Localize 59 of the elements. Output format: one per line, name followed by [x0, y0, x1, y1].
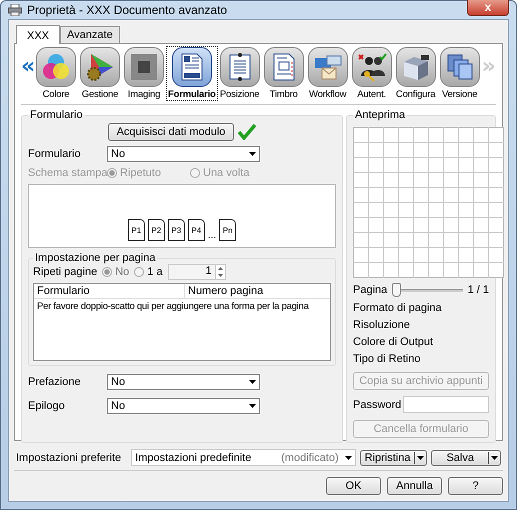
- column-header[interactable]: Formulario: [34, 284, 185, 298]
- ellipsis: ...: [208, 230, 216, 241]
- page-icon: Pn: [219, 219, 236, 241]
- nested-square-icon: [129, 52, 159, 82]
- page-icon: P2: [148, 219, 165, 241]
- info-label: Formato di pagina: [353, 302, 443, 314]
- printer-icon: [8, 4, 22, 16]
- acquire-button[interactable]: Acquisisci dati modulo: [108, 123, 234, 141]
- formulario-dropdown[interactable]: No: [107, 146, 260, 162]
- field-label: Ripeti pagine: [33, 266, 98, 278]
- page-spinner[interactable]: 1: [168, 264, 226, 280]
- password-field[interactable]: [403, 396, 489, 413]
- radio-button[interactable]: No: [102, 266, 130, 278]
- table-hint: Per favore doppio-scatto qui per aggiungere una forma per la pagina: [36, 300, 310, 314]
- field-label: Epilogo: [28, 400, 66, 412]
- page-icon: P3: [168, 219, 185, 241]
- page-icon: P1: [128, 219, 145, 241]
- info-label: Tipo di Retino: [353, 353, 422, 365]
- page-slider[interactable]: [392, 283, 463, 297]
- slider-thumb[interactable]: [392, 283, 402, 297]
- color-triangle-gear-icon: [85, 52, 115, 82]
- caret-icon: [249, 380, 256, 384]
- window-title: Proprietà - XXX Documento avanzato: [27, 3, 228, 17]
- stacked-pages-icon: [444, 52, 475, 82]
- field-label: Formulario: [28, 148, 82, 160]
- caret-icon: [491, 456, 498, 460]
- dialog-button[interactable]: Annulla: [387, 477, 442, 495]
- field-label: Pagina: [353, 284, 388, 296]
- page-icon: P4: [188, 219, 205, 241]
- page-reading: 1 / 1: [468, 284, 489, 296]
- group-title: Formulario: [29, 109, 84, 121]
- toolbar-item[interactable]: Formulario: [166, 46, 218, 101]
- field-label: Schema stampa: [28, 167, 107, 179]
- radio-button[interactable]: 1 a: [134, 266, 163, 278]
- caret-icon: [249, 404, 256, 408]
- epilogo-dropdown[interactable]: No: [107, 398, 260, 414]
- field-label: Password: [353, 398, 402, 410]
- tab[interactable]: XXX: [16, 25, 60, 44]
- info-label: Risoluzione: [353, 319, 411, 331]
- prefazione-dropdown[interactable]: No: [107, 374, 260, 390]
- info-label: Colore di Output: [353, 336, 434, 348]
- scroll-left-button[interactable]: «: [21, 54, 34, 79]
- favorites-dropdown[interactable]: Impostazioni predefinite (modificato): [131, 449, 356, 466]
- field-label: Prefazione: [28, 376, 82, 388]
- users-key-icon: [356, 52, 387, 82]
- save-button[interactable]: Salva: [431, 450, 501, 466]
- dialog-button[interactable]: ?: [448, 477, 503, 495]
- group-title: Anteprima: [354, 109, 406, 121]
- restore-button[interactable]: Ripristina: [360, 450, 428, 466]
- group-title: Impostazione per pagina: [34, 252, 156, 264]
- form-table[interactable]: Formulario Numero pagina Per favore doppio-scatto qui per aggiungere una forma per la pagina: [33, 283, 331, 361]
- color-circles-icon: [41, 52, 71, 82]
- dialog-button[interactable]: OK: [326, 477, 381, 495]
- field-label: Impostazioni preferite: [16, 452, 122, 464]
- column-header[interactable]: Numero pagina: [185, 284, 266, 298]
- caret-icon: [344, 456, 352, 460]
- caret-icon: [417, 456, 424, 460]
- caret-icon: [249, 152, 256, 156]
- tab[interactable]: Avanzate: [60, 26, 120, 43]
